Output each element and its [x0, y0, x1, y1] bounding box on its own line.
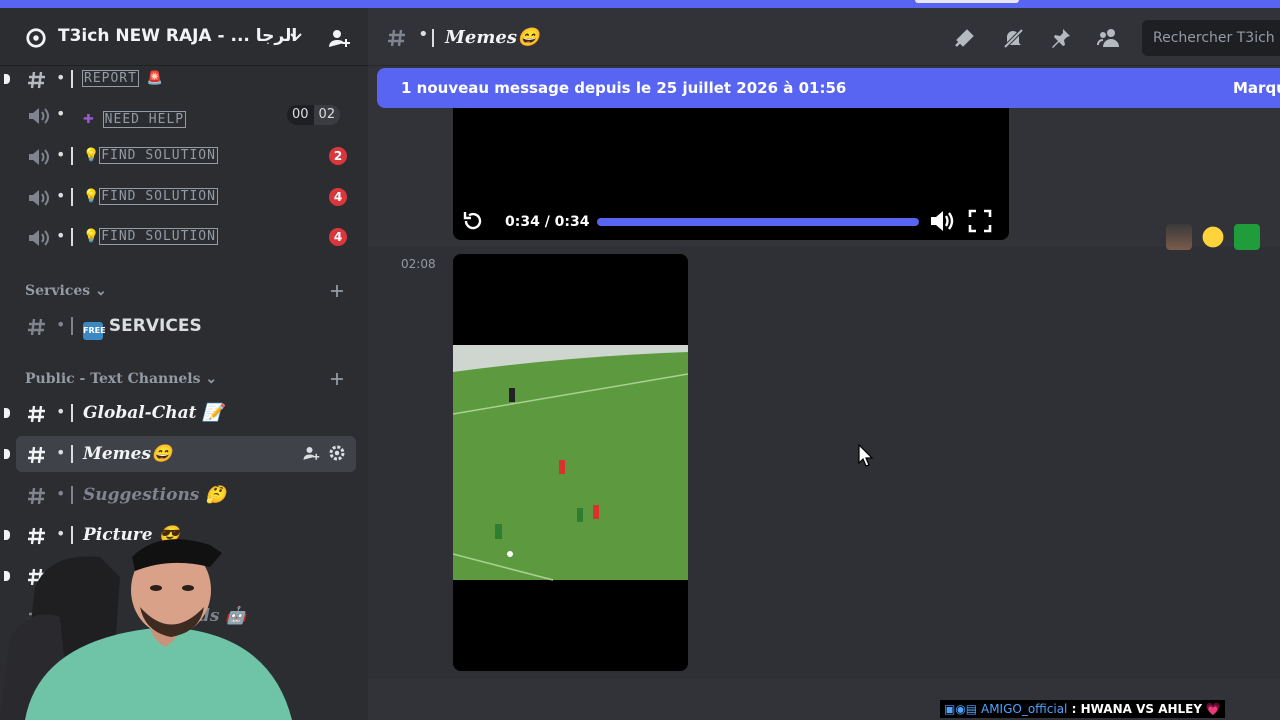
pin-icon[interactable]: [1049, 26, 1073, 50]
separator-bar: [71, 445, 73, 463]
bullet: •: [56, 315, 66, 334]
message-reactions: [1166, 224, 1260, 250]
channel-find-solution-1[interactable]: • 💡FIND SOLUTION 2: [16, 138, 356, 174]
bullet: •: [56, 443, 66, 462]
unread-indicator: [4, 74, 10, 84]
new-messages-bar[interactable]: 1 nouveau message depuis le 25 juillet 2…: [377, 68, 1280, 108]
invite-user-icon[interactable]: [327, 26, 351, 50]
hash-icon: [28, 446, 45, 464]
separator-bar: [71, 147, 73, 165]
channel-actions: [302, 444, 346, 462]
create-channel-plus-icon[interactable]: [329, 371, 345, 387]
unread-indicator: [4, 408, 10, 418]
channel-find-solution-3[interactable]: • 💡FIND SOLUTION 4: [16, 219, 356, 255]
volume-icon[interactable]: [929, 209, 955, 233]
reaction-avatar[interactable]: [1166, 224, 1192, 250]
mouse-cursor: [858, 444, 874, 467]
message-timestamp: 02:08: [401, 257, 436, 271]
channel-label: Suggestions 🤔: [83, 485, 227, 505]
channel-global-chat[interactable]: • Global-Chat 📝: [4, 395, 356, 431]
category-services[interactable]: Services ⌄: [25, 283, 107, 299]
video-progress-bar[interactable]: [597, 218, 919, 226]
video-time: 0:34 / 0:34: [505, 214, 590, 230]
hash-icon: [28, 318, 45, 336]
voice-user-counts: 00 02: [287, 105, 341, 125]
channel-label: Global-Chat 📝: [83, 403, 224, 423]
gear-icon[interactable]: [328, 444, 346, 462]
members-icon[interactable]: [1097, 26, 1121, 50]
bullet: •: [56, 68, 66, 87]
mention-badge: 2: [329, 147, 347, 165]
separator-bar: [432, 29, 434, 47]
separator-bar: [71, 188, 73, 206]
category-public-text[interactable]: Public - Text Channels ⌄: [25, 371, 217, 387]
channel-label: 💡FIND SOLUTION: [83, 228, 218, 245]
speaker-icon: [29, 149, 49, 165]
streamer-webcam: [0, 539, 292, 720]
threads-icon[interactable]: [953, 26, 977, 50]
chat-badges: ▣◉▤: [944, 702, 978, 716]
channel-services[interactable]: • FREE SERVICES: [16, 308, 356, 344]
separator-bar: [71, 317, 73, 335]
bullet: •: [56, 484, 66, 503]
new-messages-text: 1 nouveau message depuis le 25 juillet 2…: [401, 79, 847, 97]
free-emoji-icon: FREE: [83, 322, 106, 340]
search-input[interactable]: Rechercher T3ich: [1142, 20, 1280, 56]
invite-user-icon[interactable]: [302, 444, 320, 462]
ticker-username: AMIGO_official: [980, 702, 1068, 716]
replay-icon[interactable]: [461, 209, 485, 233]
bullet: •: [418, 24, 429, 45]
bullet: •: [56, 145, 66, 164]
video-player[interactable]: 0:34 / 0:34: [453, 108, 1009, 240]
top-pill: [915, 0, 1019, 3]
channel-find-solution-2[interactable]: • 💡FIND SOLUTION 4: [16, 179, 356, 215]
separator-bar: [71, 70, 73, 88]
heart-emoji: 💗: [1205, 702, 1221, 716]
channel-label: FREE SERVICES: [83, 316, 202, 340]
plus-emoji: ✚: [83, 107, 95, 128]
chevron-down-icon[interactable]: [287, 28, 305, 46]
hash-icon: [28, 487, 45, 505]
separator-bar: [71, 404, 73, 422]
fullscreen-icon[interactable]: [968, 209, 992, 233]
football-clip-frame: [453, 254, 688, 671]
create-channel-plus-icon[interactable]: [329, 283, 345, 299]
unread-indicator: [4, 449, 10, 459]
bullet: •: [56, 402, 66, 421]
channel-suggestions[interactable]: • Suggestions 🤔: [16, 477, 356, 513]
channel-header: • Memes😄 Rechercher T3ich: [368, 8, 1280, 66]
speaker-icon: [29, 108, 49, 124]
bullet: •: [56, 104, 66, 123]
separator-bar: [71, 486, 73, 504]
channel-label: Memes😄: [83, 444, 173, 464]
hash-icon: [28, 71, 45, 89]
bullet: •: [56, 186, 66, 205]
separator-bar: [71, 228, 73, 246]
ticker-message: HWANA VS AHLEY: [1080, 702, 1203, 716]
speaker-icon: [29, 190, 49, 206]
server-settings-icon[interactable]: [25, 27, 47, 49]
channel-memes[interactable]: • Memes😄: [4, 436, 356, 472]
hash-icon: [388, 29, 405, 47]
channel-title: Memes😄: [445, 27, 540, 48]
video-attachment[interactable]: [453, 254, 688, 671]
channel-report[interactable]: • REPORT 🚨: [4, 61, 356, 97]
top-accent-bar: [0, 0, 1280, 8]
channel-label: ✚ NEED HELP: [83, 107, 187, 128]
server-name[interactable]: T3ich NEW RAJA - ... الرجا: [58, 26, 297, 46]
mention-badge: 4: [329, 188, 347, 206]
channel-label: REPORT 🚨: [82, 70, 164, 87]
reaction-laughing-emoji[interactable]: [1200, 224, 1226, 250]
mute-bell-icon[interactable]: [1001, 26, 1025, 50]
channel-label: 💡FIND SOLUTION: [83, 188, 218, 205]
bullet: •: [56, 226, 66, 245]
mention-badge: 4: [329, 228, 347, 246]
channel-label: 💡FIND SOLUTION: [83, 147, 218, 164]
hash-icon: [28, 405, 45, 423]
server-header[interactable]: T3ich NEW RAJA - ... الرجا: [0, 8, 368, 66]
speaker-icon: [29, 230, 49, 246]
mark-as-read-button[interactable]: Marqu: [1233, 79, 1280, 97]
stream-chat-ticker: ▣◉▤ AMIGO_official : HWANA VS AHLEY 💗: [940, 700, 1225, 718]
reaction-green-emoji[interactable]: [1234, 224, 1260, 250]
